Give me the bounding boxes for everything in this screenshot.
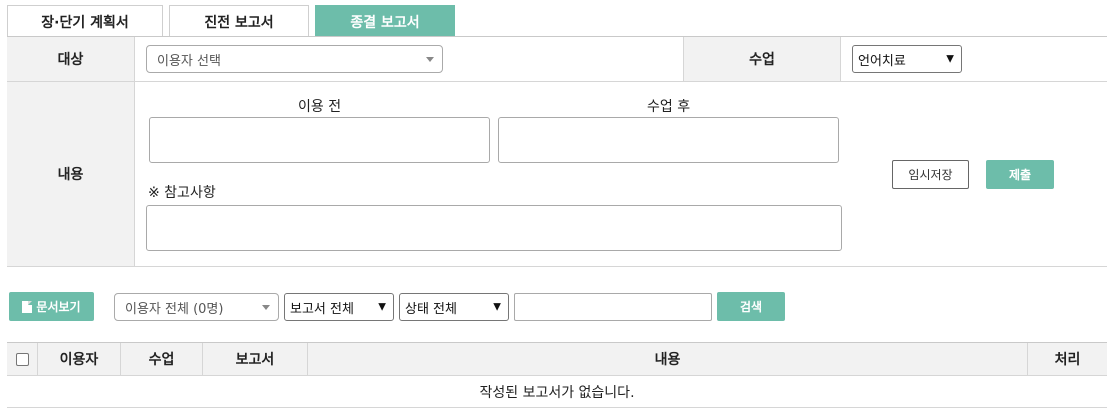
dropdown-arrow-icon	[262, 305, 270, 310]
view-documents-button[interactable]: 문서보기	[9, 292, 94, 321]
column-process: 처리	[1054, 352, 1081, 368]
class-label: 수업	[684, 37, 841, 81]
user-select[interactable]: 이용자 선택	[146, 45, 443, 73]
dropdown-arrow-icon	[426, 57, 434, 62]
view-documents-label: 문서보기	[36, 300, 81, 314]
chevron-down-icon: ▼	[378, 301, 386, 313]
content-label: 내용	[7, 82, 135, 266]
content-cell: 이용 전 수업 후 ※ 참고사항 임시저장 제출	[135, 82, 1107, 266]
report-form: 대상 이용자 선택 수업 언어치료 ▼ 내용 이용 전 수업 후 ※ 참고사항 …	[7, 36, 1107, 267]
report-list-table: 이용자 수업 보고서 내용 처리 작성된 보고서가 없습니다.	[7, 342, 1107, 408]
after-label: 수업 후	[647, 99, 691, 115]
column-user: 이용자	[38, 343, 121, 375]
report-filter-value: 보고서 전체	[290, 301, 354, 317]
users-filter-value: 이용자 전체 (0명)	[125, 301, 224, 317]
users-filter-select[interactable]: 이용자 전체 (0명)	[114, 293, 279, 321]
target-label: 대상	[7, 37, 135, 81]
search-button[interactable]: 검색	[717, 292, 785, 321]
user-select-value: 이용자 선택	[157, 53, 221, 69]
chevron-down-icon: ▼	[946, 53, 954, 65]
column-class: 수업	[121, 343, 203, 375]
form-row-target: 대상 이용자 선택 수업 언어치료 ▼	[7, 37, 1107, 82]
tab-plan[interactable]: 장·단기 계획서	[7, 5, 163, 37]
submit-button[interactable]: 제출	[986, 160, 1054, 189]
column-report: 보고서	[203, 343, 308, 375]
report-tabs: 장·단기 계획서 진전 보고서 종결 보고서	[7, 5, 455, 37]
before-label: 이용 전	[298, 99, 342, 115]
form-row-content: 내용 이용 전 수업 후 ※ 참고사항 임시저장 제출	[7, 82, 1107, 267]
status-filter-select[interactable]: 상태 전체 ▼	[399, 293, 509, 321]
column-content: 내용	[308, 343, 1028, 375]
status-filter-value: 상태 전체	[405, 301, 457, 317]
class-select-value: 언어치료	[858, 53, 906, 69]
after-textarea[interactable]	[498, 117, 839, 163]
temp-save-button[interactable]: 임시저장	[892, 160, 969, 189]
note-textarea[interactable]	[146, 205, 842, 251]
tab-progress-report[interactable]: 진전 보고서	[169, 5, 309, 37]
select-all-cell	[7, 343, 38, 375]
table-header: 이용자 수업 보고서 내용 처리	[7, 343, 1107, 376]
report-filter-select[interactable]: 보고서 전체 ▼	[284, 293, 394, 321]
class-select[interactable]: 언어치료 ▼	[852, 45, 962, 73]
select-all-checkbox[interactable]	[15, 352, 29, 366]
chevron-down-icon: ▼	[493, 301, 501, 313]
note-label: ※ 참고사항	[148, 185, 216, 201]
tab-final-report[interactable]: 종결 보고서	[315, 5, 455, 37]
before-textarea[interactable]	[149, 117, 490, 163]
class-cell: 언어치료 ▼	[841, 37, 1107, 81]
target-cell: 이용자 선택	[135, 37, 684, 81]
search-input[interactable]	[514, 293, 712, 321]
document-icon	[22, 300, 33, 313]
empty-message: 작성된 보고서가 없습니다.	[7, 376, 1107, 408]
